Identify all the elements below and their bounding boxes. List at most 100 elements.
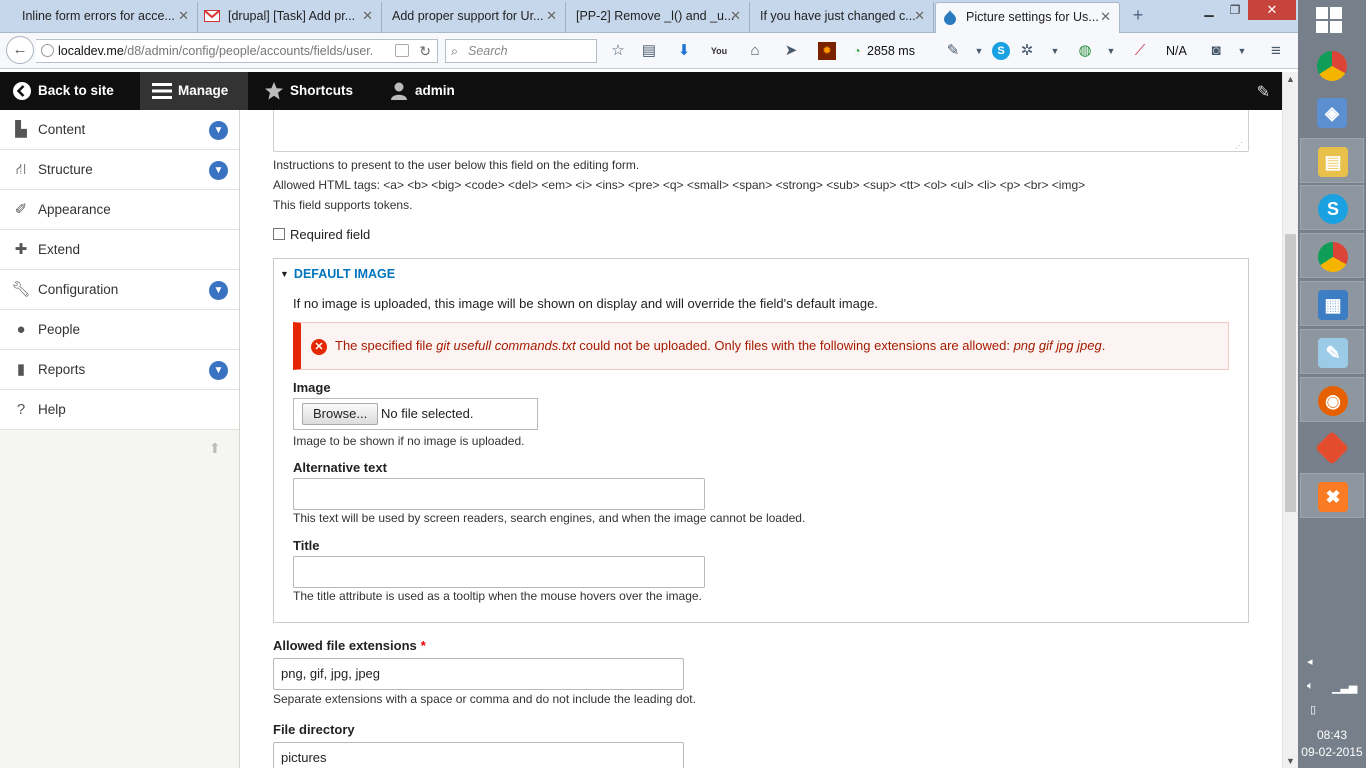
tab-close-icon[interactable]: ✕ <box>178 2 189 30</box>
windows-start-icon[interactable] <box>1316 7 1344 35</box>
taskbar-clock-date[interactable]: 09-02-2015 <box>1298 745 1366 759</box>
browse-button[interactable]: Browse... <box>302 403 379 425</box>
firebug-icon[interactable]: ✹ <box>818 42 836 60</box>
sidebar-item-structure[interactable]: ⛙ Structure ▼ <box>0 150 239 190</box>
browser-back-button[interactable]: ← <box>6 36 34 64</box>
taskbar-app[interactable]: ✖ <box>1300 473 1364 518</box>
eyedropper-icon[interactable]: ✎ <box>944 42 962 60</box>
alt-text-label: Alternative text <box>293 460 387 475</box>
bookmarks-list-icon[interactable]: ▤ <box>640 42 658 60</box>
error-extensions: png gif jpg jpeg <box>1013 338 1102 353</box>
search-input[interactable]: ⌕ Search <box>445 39 597 63</box>
taskbar-app[interactable] <box>1300 43 1364 88</box>
taskbar-app[interactable]: ▤ <box>1300 138 1364 183</box>
home-icon[interactable]: ⌂ <box>746 42 764 60</box>
tab-close-icon[interactable]: ✕ <box>1100 3 1111 31</box>
tab-title: [PP-2] Remove _l() and _u... <box>576 9 735 23</box>
chevron-down-icon[interactable]: ▼ <box>1046 42 1064 60</box>
close-window-icon[interactable]: ✕ <box>1248 0 1296 20</box>
scroll-down-icon[interactable]: ▼ <box>1286 756 1295 766</box>
page-scrollbar[interactable]: ▲ ▼ <box>1282 72 1298 768</box>
new-tab-button[interactable]: + <box>1128 4 1148 26</box>
network-signal-icon[interactable]: ▁▃▅ <box>1332 681 1357 694</box>
analytics-icon[interactable]: ⟋ <box>1131 42 1149 60</box>
chevron-down-icon[interactable]: ▼ <box>209 161 228 180</box>
browser-tab[interactable]: [PP-2] Remove _l() and _u... ✕ <box>566 2 750 33</box>
battery-icon[interactable]: ▯ <box>1310 703 1316 716</box>
sidebar-item-help[interactable]: ? Help <box>0 390 239 430</box>
scroll-up-icon[interactable]: ▲ <box>1286 74 1295 84</box>
sidebar-item-content[interactable]: ▙ Content ▼ <box>0 110 239 150</box>
sidebar-item-reports[interactable]: ▮ Reports ▼ <box>0 350 239 390</box>
title-input[interactable] <box>293 556 705 588</box>
collapse-sidebar-icon[interactable]: ⬆ <box>209 440 221 457</box>
help-text-textarea[interactable]: ⋰ <box>273 110 1249 152</box>
youtube-icon[interactable]: You <box>710 42 728 60</box>
help-icon: ? <box>16 401 26 418</box>
minimize-window-icon[interactable]: ▁ <box>1196 0 1222 20</box>
checkbox-box[interactable] <box>273 228 285 240</box>
default-image-summary[interactable]: ▼ DEFAULT IMAGE <box>280 267 395 281</box>
browser-tab-active[interactable]: Picture settings for Us... ✕ <box>935 2 1120 34</box>
maximize-window-icon[interactable]: ❐ <box>1222 0 1248 20</box>
chevron-down-icon[interactable]: ▼ <box>970 42 988 60</box>
chevron-down-icon[interactable]: ▼ <box>1233 42 1251 60</box>
chevron-down-icon[interactable]: ▼ <box>209 361 228 380</box>
send-icon[interactable]: ➤ <box>782 42 800 60</box>
required-field-checkbox[interactable]: Required field <box>273 227 370 243</box>
scrollbar-thumb[interactable] <box>1285 234 1296 512</box>
na-indicator: N/A <box>1166 44 1187 58</box>
file-directory-input[interactable]: pictures <box>273 742 684 768</box>
taskbar-app[interactable]: S <box>1300 185 1364 230</box>
manage-tab[interactable]: Manage <box>140 72 248 110</box>
error-prefix: The specified file <box>335 338 437 353</box>
taskbar-clock-time[interactable]: 08:43 <box>1298 728 1366 742</box>
people-icon: ● <box>16 321 26 338</box>
taskbar-app[interactable] <box>1300 425 1364 470</box>
sidebar-item-people[interactable]: ● People <box>0 310 239 350</box>
shortcuts-tab[interactable]: Shortcuts <box>252 72 370 110</box>
tab-close-icon[interactable]: ✕ <box>362 2 373 30</box>
tab-close-icon[interactable]: ✕ <box>730 2 741 30</box>
taskbar-app[interactable] <box>1300 233 1364 278</box>
browser-tab[interactable]: [drupal] [Task] Add pr... ✕ <box>198 2 382 33</box>
browser-tab[interactable]: If you have just changed c... ✕ <box>750 2 934 33</box>
taskbar-app[interactable]: ◉ <box>1300 377 1364 422</box>
resize-grip-icon[interactable]: ⋰ <box>1235 141 1245 150</box>
structure-icon: ⛙ <box>15 161 27 178</box>
back-to-site-link[interactable]: Back to site <box>0 72 140 110</box>
puzzle-icon[interactable]: ✲ <box>1018 42 1036 60</box>
chevron-down-icon[interactable]: ▼ <box>209 121 228 140</box>
allowed-extensions-input[interactable]: png, gif, jpg, jpeg <box>273 658 684 690</box>
pocket-icon[interactable] <box>395 44 409 57</box>
sidebar-item-extend[interactable]: ✚ Extend <box>0 230 239 270</box>
reload-icon[interactable]: ↻ <box>419 40 431 62</box>
download-icon[interactable]: ⬇ <box>675 42 693 60</box>
edit-pencil-icon[interactable]: ✎ <box>1257 82 1270 102</box>
required-field-label: Required field <box>290 227 371 242</box>
image-file-input[interactable]: Browse... No file selected. <box>293 398 538 430</box>
menu-hamburger-icon[interactable]: ≡ <box>1267 42 1285 60</box>
skype-icon[interactable]: S <box>992 42 1010 60</box>
alt-text-input[interactable] <box>293 478 705 510</box>
sidebar-item-configuration[interactable]: 🔧︎ Configuration ▼ <box>0 270 239 310</box>
sidebar-item-appearance[interactable]: ✐ Appearance <box>0 190 239 230</box>
pocket-save-icon[interactable]: ◙ <box>1207 42 1225 60</box>
globe-addon-icon[interactable]: ◍ <box>1076 42 1094 60</box>
volume-icon[interactable]: 🔈︎ <box>1307 680 1314 693</box>
firefox-icon: ◉ <box>1318 386 1348 416</box>
browser-tab[interactable]: Inline form errors for acce... ✕ <box>0 2 198 33</box>
bookmark-star-icon[interactable]: ☆ <box>609 42 627 60</box>
chevron-down-icon[interactable]: ▼ <box>209 281 228 300</box>
taskbar-app[interactable]: ✎ <box>1300 329 1364 374</box>
tab-close-icon[interactable]: ✕ <box>914 2 925 30</box>
tab-close-icon[interactable]: ✕ <box>546 2 557 30</box>
error-text: The specified file git usefull commands.… <box>335 323 1105 369</box>
taskbar-app[interactable]: ◈ <box>1300 90 1364 135</box>
user-tab[interactable]: admin <box>377 72 477 110</box>
chevron-down-icon[interactable]: ▼ <box>1102 42 1120 60</box>
tray-chevron-icon[interactable]: ◂ <box>1307 655 1313 668</box>
browser-tab[interactable]: Add proper support for Ur... ✕ <box>382 2 566 33</box>
url-bar[interactable]: localdev.me/d8/admin/config/people/accou… <box>36 39 438 63</box>
taskbar-app[interactable]: ▦ <box>1300 281 1364 326</box>
